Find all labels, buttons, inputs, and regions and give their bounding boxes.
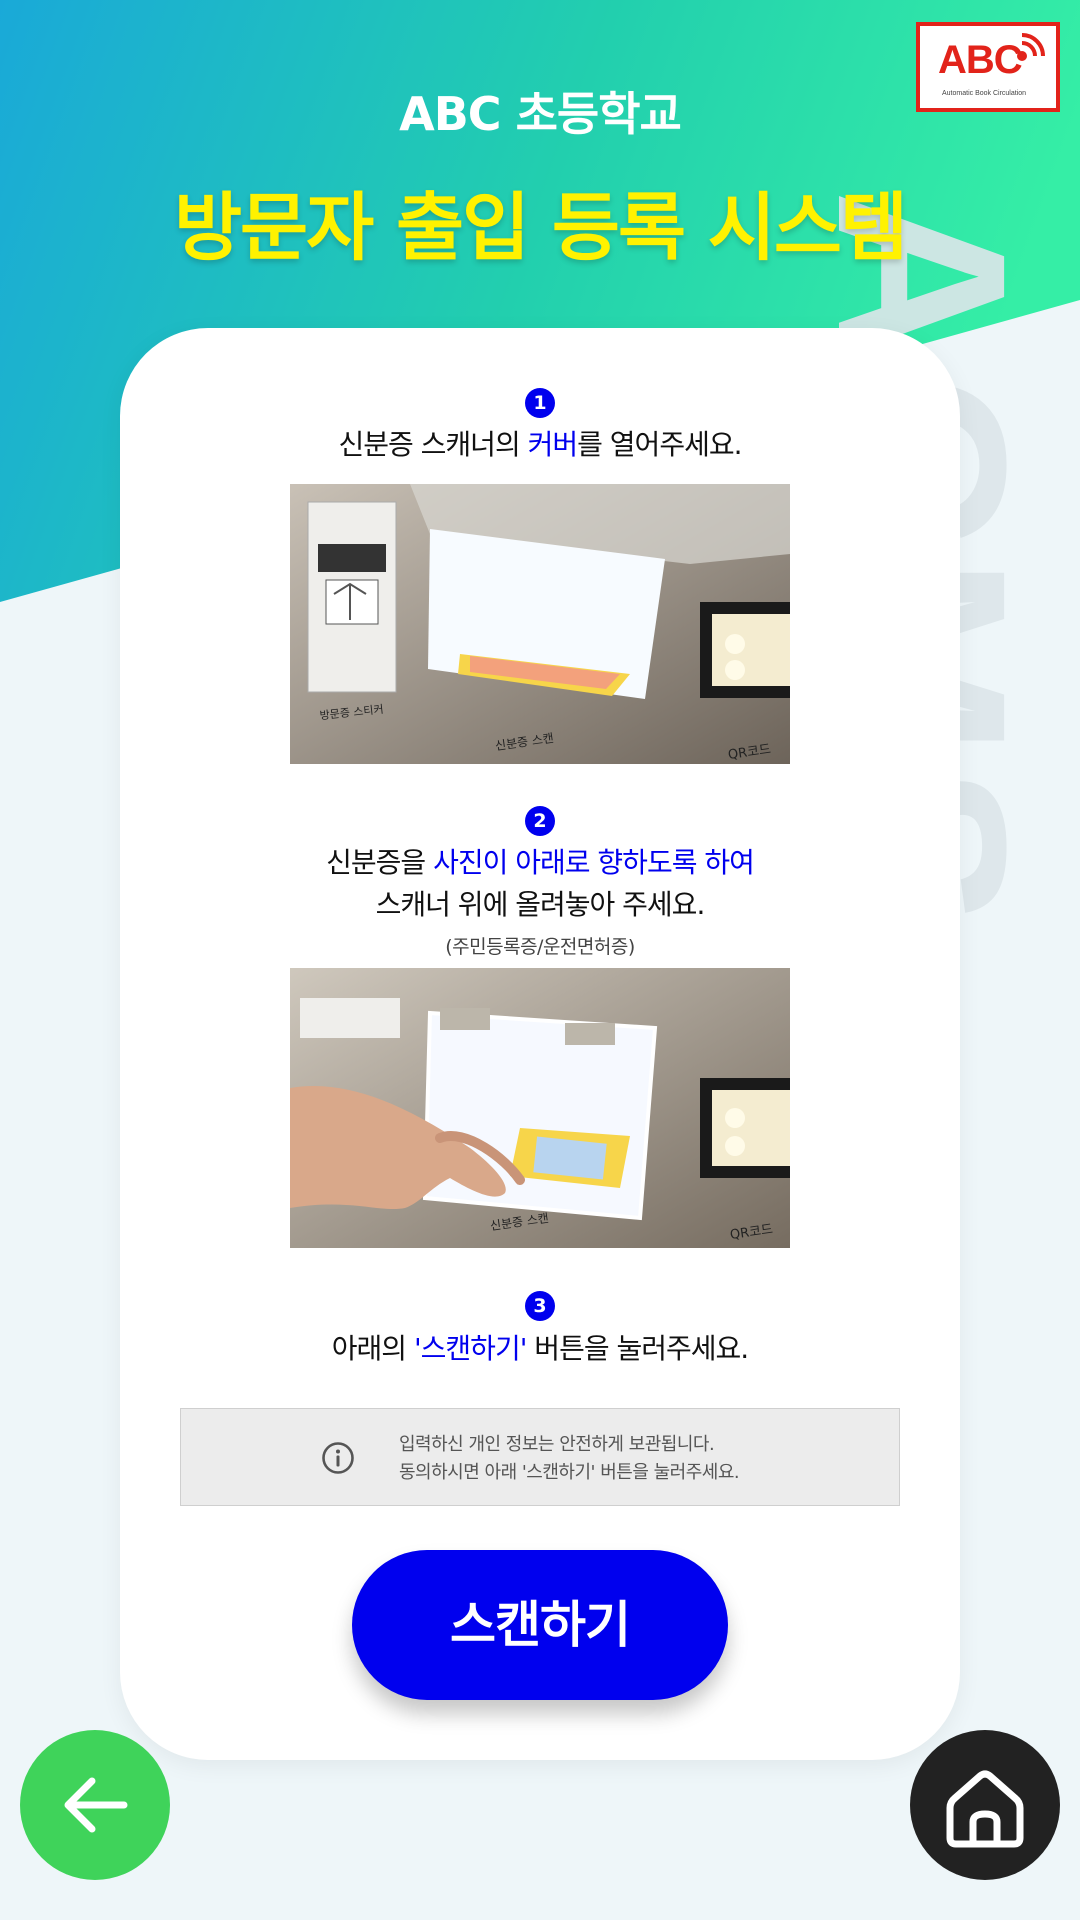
step-1-number: 1 [525,388,555,418]
step-1-text-after: 를 열어주세요. [577,428,742,461]
step-3-text-after: 버튼을 눌러주세요. [526,1332,749,1365]
step-2-note: (주민등록증/운전면허증) [445,936,635,958]
instruction-card: 1 신분증 스캐너의 커버를 열어주세요. 방문증 스티커 신분증 스캔 QR코… [120,328,960,1760]
notice-text: 입력하신 개인 정보는 안전하게 보관됩니다. 동의하시면 아래 '스캔하기' … [399,1431,740,1487]
step-2-photo: 신분증 스캔 QR코드 [290,968,790,1248]
step-1-highlight: 커버 [527,428,579,461]
home-icon [946,1770,1024,1848]
step-1-text-before: 신분증 스캐너의 [338,428,528,461]
system-title: 방문자 출입 등록 시스템 [173,185,908,271]
privacy-notice: 입력하신 개인 정보는 안전하게 보관됩니다. 동의하시면 아래 '스캔하기' … [180,1408,900,1506]
notice-line-1: 입력하신 개인 정보는 안전하게 보관됩니다. [399,1434,715,1455]
arrow-left-icon [64,1777,128,1833]
scan-button[interactable]: 스캔하기 [352,1550,728,1700]
step-3-text: 아래의 '스캔하기' 버튼을 눌러주세요. [120,1328,960,1370]
step-3-text-before: 아래의 [331,1332,414,1365]
step-2-line2: 스캐너 위에 올려놓아 주세요. [375,888,706,921]
school-name: ABC 초등학교 [399,87,682,141]
step-2-highlight: 사진이 아래로 향하도록 하여 [433,846,755,879]
step-3-number: 3 [525,1291,555,1321]
notice-line-2: 동의하시면 아래 '스캔하기' 버튼을 눌러주세요. [399,1462,740,1483]
home-button[interactable] [910,1730,1060,1880]
step-2-number: 2 [525,806,555,836]
step-1-text: 신분증 스캐너의 커버를 열어주세요. [120,424,960,466]
step-3-highlight: '스캔하기' [413,1332,527,1365]
step-1-photo: 방문증 스티커 신분증 스캔 QR코드 [290,484,790,764]
info-icon [322,1442,354,1474]
signal-waves-icon [1017,33,1045,61]
back-button[interactable] [20,1730,170,1880]
step-2-text: 신분증을 사진이 아래로 향하도록 하여스캐너 위에 올려놓아 주세요. [120,842,960,926]
step-2-text-before: 신분증을 [326,846,434,879]
